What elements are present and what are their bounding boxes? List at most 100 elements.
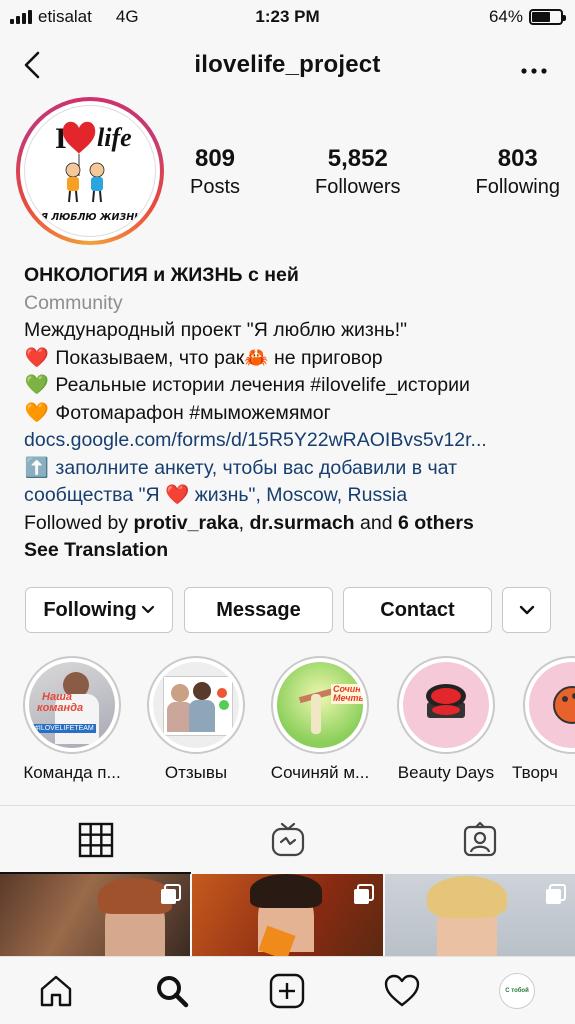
bio-line: 🧡 Фотомарафон #мыможемямог [24, 400, 564, 428]
red-heart-icon: ❤️ [165, 484, 190, 506]
suggested-accounts-button[interactable] [502, 587, 551, 633]
story-highlights: Наша команда #ILOVELIFETEAM Команда п...… [0, 656, 575, 786]
logo-caption: Я ЛЮБЛЮ ЖИЗНЬ [40, 212, 142, 223]
stat-followers[interactable]: 5,852 Followers [315, 145, 401, 199]
bio-text: заполните анкету, чтобы вас добавили в ч… [50, 456, 458, 479]
igtv-icon [271, 822, 304, 857]
carousel-icon [545, 884, 566, 904]
profile-bio: ОНКОЛОГИЯ и ЖИЗНЬ с ней Community Междун… [24, 262, 564, 565]
profile-avatar-text: С тобой [499, 973, 535, 1009]
followed-by[interactable]: Followed by protiv_raka, dr.surmach and … [24, 510, 564, 538]
bio-text: сообщества "Я [24, 484, 166, 506]
profile-avatar-ring[interactable]: I life Я ЛЮБЛЮ ЖИЗНЬ [16, 97, 164, 245]
carousel-icon [161, 884, 182, 904]
logo-word: life [97, 123, 132, 152]
stat-count: 803 [497, 145, 538, 172]
tagged-icon [463, 822, 496, 857]
bio-line: Международный проект "Я люблю жизнь!" [24, 319, 408, 341]
stat-following[interactable]: 803 Following [476, 145, 560, 199]
following-button-label: Following [43, 598, 137, 621]
logo-heart [62, 121, 96, 154]
highlight-item[interactable]: Отзывы [136, 656, 256, 783]
profile-category: Community [24, 291, 123, 314]
palette-icon [553, 686, 575, 724]
tab-tagged[interactable] [384, 806, 575, 874]
post-thumbnail[interactable] [192, 874, 383, 956]
profile-actions: Following Message Contact [25, 587, 551, 633]
stat-posts[interactable]: 809 Posts [190, 145, 240, 199]
carousel-icon [353, 884, 374, 904]
bio-text: жизнь", Moscow, Russia [189, 484, 408, 506]
stat-count: 5,852 [327, 145, 388, 172]
separator: , [238, 511, 250, 534]
chevron-down-icon [141, 605, 154, 614]
profile-display-name: ОНКОЛОГИЯ и ЖИЗНЬ с ней [24, 264, 299, 286]
highlight-item[interactable]: Наша команда #ILOVELIFETEAM Команда п... [12, 656, 132, 783]
battery-icon [529, 9, 566, 25]
bio-text: Показываем, что рак [50, 346, 245, 369]
red-heart-icon: ❤️ [24, 346, 50, 369]
highlight-label: Команда п... [23, 763, 121, 782]
post-thumbnail[interactable] [0, 874, 191, 956]
stat-label: Posts [190, 176, 241, 198]
highlight-item[interactable]: Beauty Days [386, 656, 506, 783]
tab-grid[interactable] [0, 806, 191, 874]
bio-line: 💚 Реальные истории лечения #ilovelife_ис… [24, 372, 564, 400]
profile-username: ilovelife_project [194, 51, 381, 78]
bio-text: Фотомарафон #мыможемямог [50, 401, 331, 424]
grid-icon [78, 822, 113, 858]
more-horizontal-icon[interactable] [521, 54, 547, 82]
message-button[interactable]: Message [184, 587, 333, 633]
highlight-item[interactable]: Сочиняй Мечты! Сочиняй м... [260, 656, 380, 783]
follower-username[interactable]: dr.surmach [249, 512, 354, 534]
status-bar: etisalat 4G 1:23 PM 64% [0, 0, 575, 34]
bio-line: ❤️ Показываем, что рак🦀 не приговор [24, 345, 564, 373]
following-button[interactable]: Following [25, 587, 173, 633]
profile-stats: 809 Posts 5,852 Followers 803 Following [190, 145, 560, 199]
highlight-label: Сочиняй м... [270, 763, 370, 782]
see-translation-link[interactable]: See Translation [24, 539, 168, 561]
stat-label: Followers [314, 176, 401, 198]
bio-website-link[interactable]: docs.google.com/forms/d/15R5Y22wRAOIBvs5… [24, 427, 564, 455]
contact-button-label: Contact [380, 598, 455, 621]
profile-tabs [0, 806, 575, 874]
highlight-label: Beauty Days [397, 763, 495, 782]
highlight-label: Отзывы [164, 763, 228, 782]
ilovelife-logo: I life Я ЛЮБЛЮ ЖИЗНЬ [40, 121, 142, 223]
compact-mirror-icon [426, 684, 466, 718]
search-icon[interactable] [152, 971, 192, 1011]
home-icon[interactable] [36, 971, 76, 1011]
highlight-item[interactable]: Творч [512, 656, 575, 783]
contact-button[interactable]: Contact [343, 587, 492, 633]
post-thumbnail[interactable] [384, 874, 575, 956]
tab-igtv[interactable] [192, 806, 383, 874]
follower-username[interactable]: protiv_raka [133, 512, 238, 534]
highlight-overlay-text: Сочиняй Мечты! [331, 684, 363, 704]
highlight-overlay-text: Наша команда [37, 691, 84, 714]
profile-avatar: I life Я ЛЮБЛЮ ЖИЗНЬ [24, 105, 156, 237]
orange-heart-icon: 🧡 [24, 401, 50, 424]
separator: and [354, 511, 398, 534]
followed-by-prefix: Followed by [24, 511, 134, 534]
bio-text: Реальные истории лечения #ilovelife_исто… [50, 374, 470, 396]
profile-header: ilovelife_project [0, 40, 575, 90]
highlight-badge: #ILOVELIFETEAM [33, 724, 96, 733]
chevron-down-icon [519, 605, 534, 615]
heart-icon[interactable] [382, 971, 422, 1011]
bio-line: ⬆️ заполните анкету, чтобы вас добавили … [24, 455, 564, 483]
stat-label: Following [475, 176, 560, 198]
crab-icon: 🦀 [244, 346, 269, 369]
message-button-label: Message [216, 598, 301, 621]
battery-percent: 64% [488, 7, 523, 26]
highlight-label: Творч [512, 763, 558, 782]
up-arrow-icon: ⬆️ [24, 456, 50, 479]
bio-text: не приговор [268, 346, 383, 369]
followed-by-others[interactable]: 6 others [398, 512, 474, 534]
profile-avatar[interactable]: С тобой [497, 971, 537, 1011]
bio-location[interactable]: сообщества "Я ❤️ жизнь", Moscow, Russia [24, 482, 564, 510]
stat-count: 809 [194, 145, 236, 172]
bottom-nav: С тобой [0, 956, 575, 1024]
post-grid [0, 874, 575, 956]
new-post-icon[interactable] [267, 971, 307, 1011]
green-heart-icon: 💚 [24, 374, 50, 396]
